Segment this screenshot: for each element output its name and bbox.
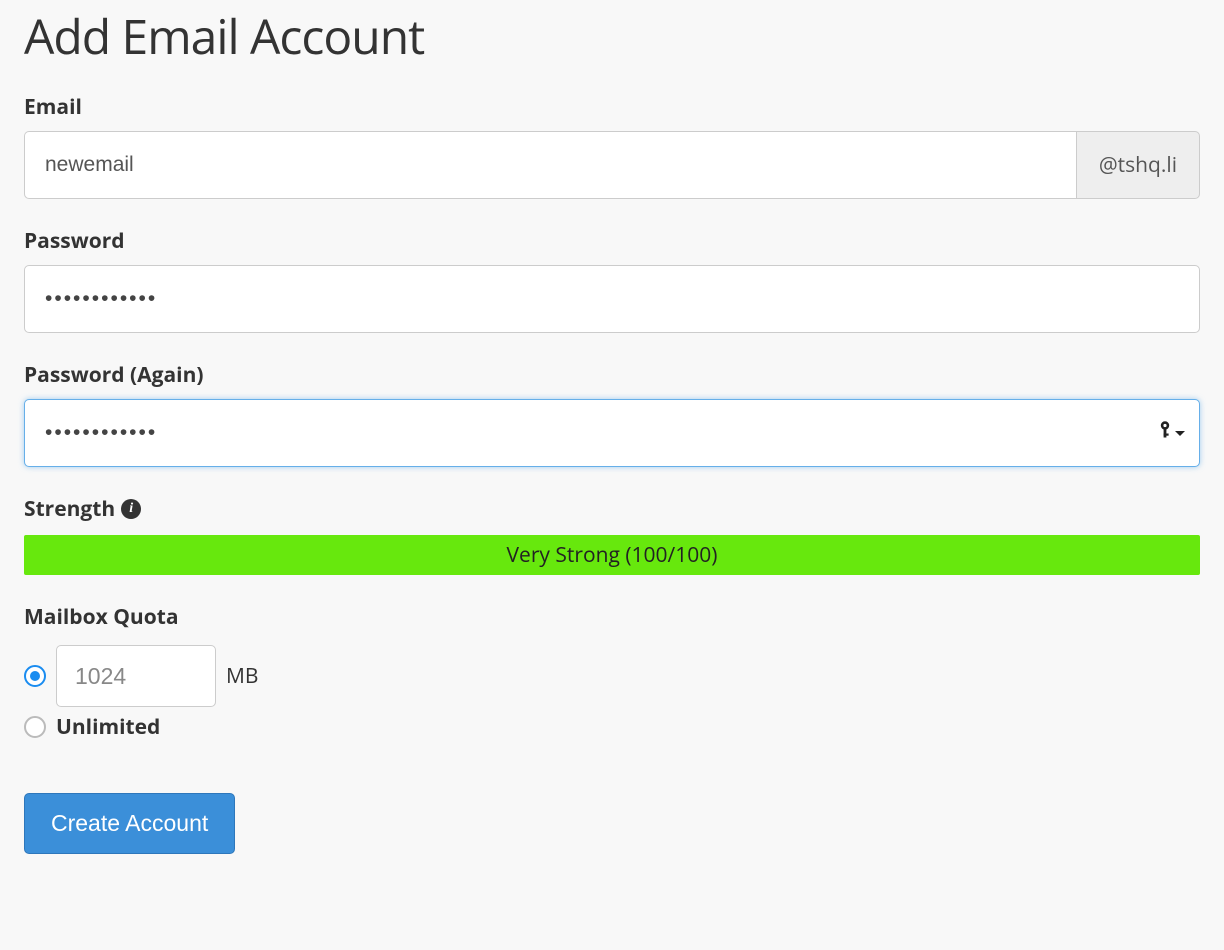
- email-domain-suffix: @tshq.li: [1076, 131, 1200, 199]
- quota-unlimited-row: Unlimited: [24, 713, 1200, 741]
- quota-group: Mailbox Quota MB Unlimited: [24, 603, 1200, 741]
- quota-unit-label: MB: [226, 662, 258, 690]
- email-input[interactable]: [24, 131, 1076, 199]
- password-group: Password: [24, 227, 1200, 333]
- quota-label: Mailbox Quota: [24, 603, 1200, 631]
- quota-unlimited-radio[interactable]: [24, 716, 46, 738]
- strength-label: Strength: [24, 495, 115, 523]
- email-group: Email @tshq.li: [24, 93, 1200, 199]
- quota-limited-row: MB: [24, 645, 1200, 707]
- password-again-label: Password (Again): [24, 361, 1200, 389]
- email-label: Email: [24, 93, 1200, 121]
- email-input-group: @tshq.li: [24, 131, 1200, 199]
- strength-group: Strength i Very Strong (100/100): [24, 495, 1200, 575]
- page-title: Add Email Account: [24, 4, 1200, 69]
- quota-limited-radio[interactable]: [24, 665, 46, 687]
- quota-unlimited-label: Unlimited: [56, 713, 160, 741]
- info-icon[interactable]: i: [121, 499, 141, 519]
- password-again-group: Password (Again): [24, 361, 1200, 467]
- password-generator-button[interactable]: [1158, 421, 1186, 446]
- password-again-input[interactable]: [24, 399, 1200, 467]
- chevron-down-icon: [1174, 422, 1186, 444]
- key-icon: [1158, 421, 1172, 446]
- password-input[interactable]: [24, 265, 1200, 333]
- create-account-button[interactable]: Create Account: [24, 793, 235, 854]
- strength-bar: Very Strong (100/100): [24, 535, 1200, 575]
- password-label: Password: [24, 227, 1200, 255]
- quota-value-input[interactable]: [56, 645, 216, 707]
